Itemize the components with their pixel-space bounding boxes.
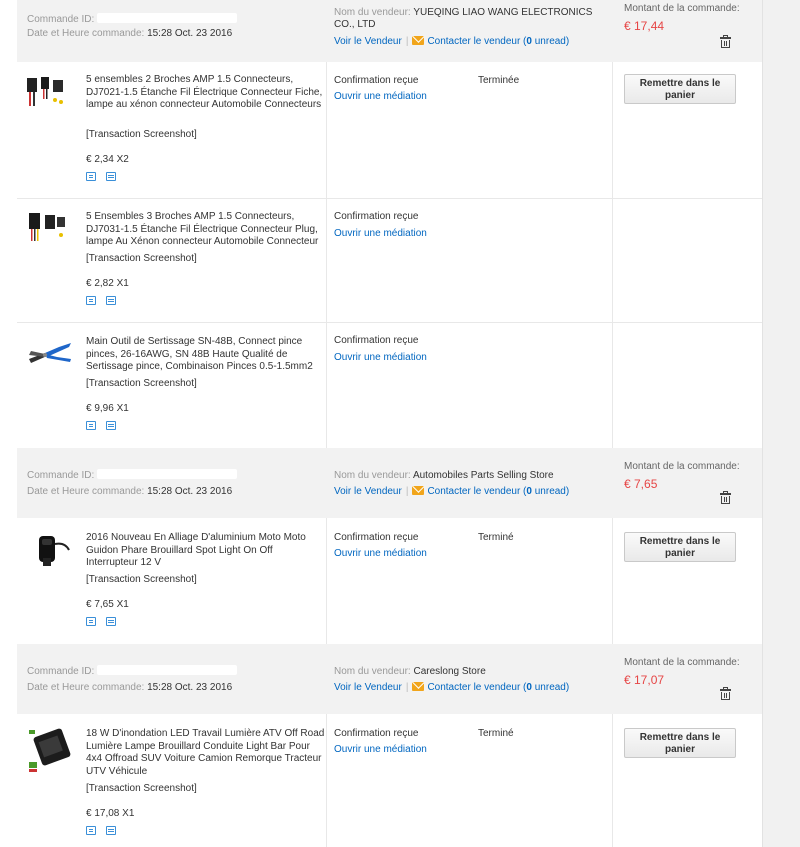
mail-icon — [412, 36, 425, 45]
product-title[interactable]: 2016 Nouveau En Alliage D'aluminium Moto… — [86, 532, 326, 570]
transaction-screenshot-link[interactable]: [Transaction Screenshot] — [86, 783, 197, 794]
order-date: Date et Heure commande: 15:28 Oct. 23 20… — [27, 486, 233, 497]
item-actions — [86, 826, 126, 838]
orders-page: Commande ID: Date et Heure commande: 15:… — [0, 0, 762, 847]
view-seller-link[interactable]: Voir le Vendeur — [334, 486, 402, 497]
order-header: Commande ID: Date et Heure commande: 15:… — [17, 644, 762, 714]
order-amount: € 7,65 — [624, 477, 658, 491]
list-item: Main Outil de Sertissage SN-48B, Connect… — [17, 323, 762, 448]
list-item: 5 ensembles 2 Broches AMP 1.5 Connecteur… — [17, 62, 762, 199]
product-price: € 2,34 X2 — [86, 154, 129, 165]
view-seller-link[interactable]: Voir le Vendeur — [334, 682, 402, 693]
product-price: € 2,82 X1 — [86, 278, 129, 289]
delete-order-icon[interactable] — [720, 35, 731, 48]
open-dispute-link[interactable]: Ouvrir une médiation — [334, 228, 427, 239]
open-dispute-link[interactable]: Ouvrir une médiation — [334, 91, 427, 102]
mail-icon — [412, 486, 425, 495]
list-item: 2016 Nouveau En Alliage D'aluminium Moto… — [17, 518, 762, 644]
order-id: Commande ID: — [27, 13, 238, 25]
seller-name: Nom du vendeur: Careslong Store — [334, 666, 486, 677]
amount-label: Montant de la commande: — [624, 461, 740, 472]
add-to-cart-button[interactable]: Remettre dans le panier — [624, 532, 736, 562]
order-status: Confirmation reçue — [334, 335, 419, 346]
order-id: Commande ID: — [27, 469, 238, 481]
mail-icon — [412, 682, 425, 691]
order-status: Confirmation reçue — [334, 532, 419, 543]
completion-status: Terminé — [478, 728, 514, 739]
order-id-redacted — [97, 665, 238, 675]
tracking-icon[interactable] — [86, 421, 96, 430]
order-date: Date et Heure commande: 15:28 Oct. 23 20… — [27, 28, 233, 39]
order-header: Commande ID: Date et Heure commande: 15:… — [17, 0, 762, 62]
order-status: Confirmation reçue — [334, 75, 419, 86]
delete-order-icon[interactable] — [720, 491, 731, 504]
details-icon[interactable] — [106, 421, 116, 430]
item-actions — [86, 296, 126, 308]
product-image[interactable] — [25, 72, 73, 112]
product-title[interactable]: Main Outil de Sertissage SN-48B, Connect… — [86, 336, 326, 374]
details-icon[interactable] — [106, 826, 116, 835]
seller-name: Nom du vendeur: Automobiles Parts Sellin… — [334, 470, 554, 481]
order-date: Date et Heure commande: 15:28 Oct. 23 20… — [27, 682, 233, 693]
details-icon[interactable] — [106, 172, 116, 181]
product-price: € 7,65 X1 — [86, 599, 129, 610]
view-seller-link[interactable]: Voir le Vendeur — [334, 36, 402, 47]
product-image[interactable] — [25, 530, 73, 570]
delete-order-icon[interactable] — [720, 687, 731, 700]
product-title[interactable]: 18 W D'inondation LED Travail Lumière AT… — [86, 728, 326, 778]
product-image[interactable] — [25, 337, 73, 377]
open-dispute-link[interactable]: Ouvrir une médiation — [334, 744, 427, 755]
contact-seller-link[interactable]: Contacter le vendeur (0 unread) — [427, 36, 569, 47]
seller-name: Nom du vendeur: YUEQING LIAO WANG ELECTR… — [334, 7, 593, 30]
product-image[interactable] — [25, 207, 73, 247]
open-dispute-link[interactable]: Ouvrir une médiation — [334, 352, 427, 363]
order-id-redacted — [97, 469, 238, 479]
product-title[interactable]: 5 Ensembles 3 Broches AMP 1.5 Connecteur… — [86, 211, 326, 249]
details-icon[interactable] — [106, 617, 116, 626]
transaction-screenshot-link[interactable]: [Transaction Screenshot] — [86, 574, 197, 585]
item-actions — [86, 421, 126, 433]
open-dispute-link[interactable]: Ouvrir une médiation — [334, 548, 427, 559]
seller-links: Voir le Vendeur | Contacter le vendeur (0 … — [334, 486, 570, 497]
order-header: Commande ID: Date et Heure commande: 15:… — [17, 448, 762, 518]
list-item: 5 Ensembles 3 Broches AMP 1.5 Connecteur… — [17, 199, 762, 323]
order-id-redacted — [97, 13, 238, 23]
product-image[interactable] — [25, 726, 73, 776]
order-id: Commande ID: — [27, 665, 238, 677]
completion-status: Terminée — [478, 75, 520, 86]
order-amount: € 17,44 — [624, 19, 665, 33]
list-item: 18 W D'inondation LED Travail Lumière AT… — [17, 714, 762, 847]
add-to-cart-button[interactable]: Remettre dans le panier — [624, 728, 736, 758]
details-icon[interactable] — [106, 296, 116, 305]
tracking-icon[interactable] — [86, 172, 96, 181]
item-actions — [86, 172, 126, 184]
amount-label: Montant de la commande: — [624, 3, 740, 14]
product-title[interactable]: 5 ensembles 2 Broches AMP 1.5 Connecteur… — [86, 74, 326, 112]
order-amount: € 17,07 — [624, 673, 665, 687]
product-price: € 9,96 X1 — [86, 403, 129, 414]
transaction-screenshot-link[interactable]: [Transaction Screenshot] — [86, 253, 197, 264]
page-background-rail — [762, 0, 800, 847]
transaction-screenshot-link[interactable]: [Transaction Screenshot] — [86, 129, 197, 140]
transaction-screenshot-link[interactable]: [Transaction Screenshot] — [86, 378, 197, 389]
product-price: € 17,08 X1 — [86, 808, 135, 819]
add-to-cart-button[interactable]: Remettre dans le panier — [624, 74, 736, 104]
amount-label: Montant de la commande: — [624, 657, 740, 668]
tracking-icon[interactable] — [86, 826, 96, 835]
seller-links: Voir le Vendeur | Contacter le vendeur (0 … — [334, 36, 570, 47]
tracking-icon[interactable] — [86, 296, 96, 305]
item-actions — [86, 617, 126, 629]
tracking-icon[interactable] — [86, 617, 96, 626]
order-status: Confirmation reçue — [334, 211, 419, 222]
contact-seller-link[interactable]: Contacter le vendeur (0 unread) — [427, 682, 569, 693]
completion-status: Terminé — [478, 532, 514, 543]
contact-seller-link[interactable]: Contacter le vendeur (0 unread) — [427, 486, 569, 497]
order-status: Confirmation reçue — [334, 728, 419, 739]
seller-links: Voir le Vendeur | Contacter le vendeur (0 … — [334, 682, 570, 693]
